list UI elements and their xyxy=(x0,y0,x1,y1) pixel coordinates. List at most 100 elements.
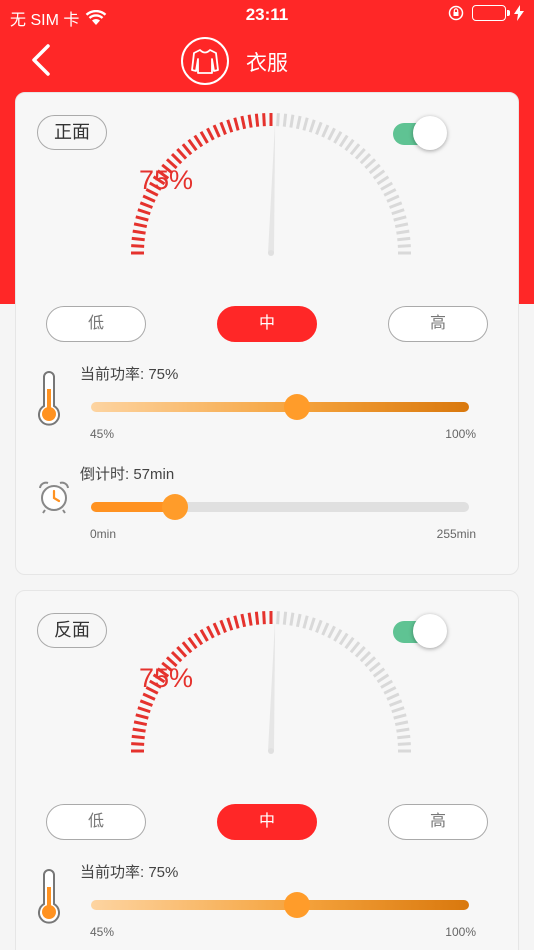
gauge-tick xyxy=(295,115,302,130)
front-panel-card: 正面 75% 低 中 高 当前功率: 75% 45% 100% 倒计时: 57m… xyxy=(15,92,519,575)
gauge-tick xyxy=(247,114,253,128)
side-label-back: 反面 xyxy=(37,613,107,648)
gauge-tick xyxy=(376,673,390,684)
gauge-tick xyxy=(396,229,410,235)
nav-bar: 衣服 xyxy=(0,30,534,90)
gauge-tick xyxy=(397,734,411,740)
gauge-tick xyxy=(383,686,397,695)
gauge-tick xyxy=(137,706,151,714)
power-label: 当前功率: 75% xyxy=(80,366,179,383)
gauge-tick xyxy=(206,127,215,141)
gauge-tick xyxy=(181,641,193,654)
level-high-button[interactable]: 高 xyxy=(388,804,488,840)
gauge-tick xyxy=(170,152,183,165)
clothing-icon xyxy=(181,37,229,85)
gauge-tick xyxy=(233,615,240,629)
gauge-tick xyxy=(386,692,400,701)
timer-slider[interactable] xyxy=(91,494,469,520)
gauge-tick xyxy=(393,713,407,720)
gauge-tick xyxy=(308,617,316,631)
power-slider-thumb[interactable] xyxy=(284,394,311,420)
gauge-tick xyxy=(133,720,148,727)
back-icon[interactable] xyxy=(28,42,56,78)
gauge-tick xyxy=(226,617,234,631)
gauge-tick xyxy=(394,720,409,727)
gauge-tick xyxy=(142,692,156,701)
gauge-tick xyxy=(240,613,247,628)
gauge-tick xyxy=(372,667,386,678)
gauge-tick xyxy=(131,734,145,740)
gauge-tick xyxy=(389,201,403,209)
orientation-lock-icon xyxy=(448,5,464,21)
gauge-tick xyxy=(376,175,390,186)
power-slider[interactable] xyxy=(91,394,469,420)
gauge-tick xyxy=(359,650,372,663)
gauge-tick xyxy=(372,169,386,180)
level-low-button[interactable]: 低 xyxy=(46,306,146,342)
gauge-tick xyxy=(321,622,330,636)
gauge-needle-cap xyxy=(268,748,274,754)
gauge-tick xyxy=(132,229,146,235)
power-slider[interactable] xyxy=(91,892,469,918)
power-min-label: 45% xyxy=(90,925,115,939)
gauge-tick xyxy=(176,645,188,658)
gauge-percent-text: 75% xyxy=(138,663,194,693)
gauge-tick xyxy=(333,131,343,144)
gauge-tick xyxy=(364,158,377,170)
level-medium-button[interactable]: 中 xyxy=(217,804,317,840)
thermometer-icon xyxy=(38,371,60,426)
gauge-tick xyxy=(349,641,361,654)
gauge-tick xyxy=(380,679,393,689)
gauge-tick xyxy=(364,656,377,668)
status-bar: 无 SIM 卡 23:11 xyxy=(0,0,534,30)
timer-slider-thumb[interactable] xyxy=(162,494,189,520)
gauge-tick xyxy=(321,124,330,138)
gauge-tick xyxy=(212,622,221,636)
gauge-tick xyxy=(247,612,253,626)
gauge-tick xyxy=(276,611,280,625)
charging-icon xyxy=(514,5,524,21)
gauge-tick xyxy=(170,650,183,663)
level-low-button[interactable]: 低 xyxy=(46,804,146,840)
gauge-tick xyxy=(302,615,309,629)
timer-max-label: 255min xyxy=(436,527,476,541)
gauge-tick xyxy=(181,143,193,156)
gauge-tick xyxy=(262,113,266,127)
gauge-tick xyxy=(276,113,280,127)
gauge-tick xyxy=(302,117,309,131)
gauge-tick xyxy=(344,636,355,650)
gauge-tick xyxy=(262,611,266,625)
gauge-tick xyxy=(391,706,405,714)
gauge-tick xyxy=(206,625,215,639)
level-medium-button[interactable]: 中 xyxy=(217,306,317,342)
gauge-tick xyxy=(344,138,355,152)
gauge-tick xyxy=(338,134,349,148)
gauge-percent-text: 75% xyxy=(138,165,194,195)
level-high-button[interactable]: 高 xyxy=(388,306,488,342)
gauge-tick xyxy=(394,222,409,229)
gauge-tick xyxy=(132,727,146,733)
status-right xyxy=(448,5,524,21)
gauge-tick xyxy=(333,629,343,642)
gauge-tick xyxy=(391,208,405,216)
gauge-tick xyxy=(380,181,393,191)
gauge-tick xyxy=(135,215,149,222)
power-slider-thumb[interactable] xyxy=(284,892,311,918)
gauge-tick xyxy=(187,636,198,650)
gauge-tick xyxy=(233,117,240,131)
gauge-tick xyxy=(282,113,288,127)
gauge-tick xyxy=(139,699,153,707)
gauge-tick xyxy=(386,194,400,203)
gauge-tick xyxy=(199,629,209,642)
gauge-tick xyxy=(354,645,366,658)
gauge-tick xyxy=(359,152,372,165)
gauge-tick xyxy=(383,188,397,197)
gauge-tick xyxy=(393,215,407,222)
gauge-tick xyxy=(368,163,381,175)
gauge-tick xyxy=(315,619,323,633)
power-label: 当前功率: 75% xyxy=(80,864,179,881)
gauge-tick xyxy=(327,625,336,639)
gauge-tick xyxy=(139,201,153,209)
gauge-tick xyxy=(226,119,234,133)
gauge-tick xyxy=(142,194,156,203)
